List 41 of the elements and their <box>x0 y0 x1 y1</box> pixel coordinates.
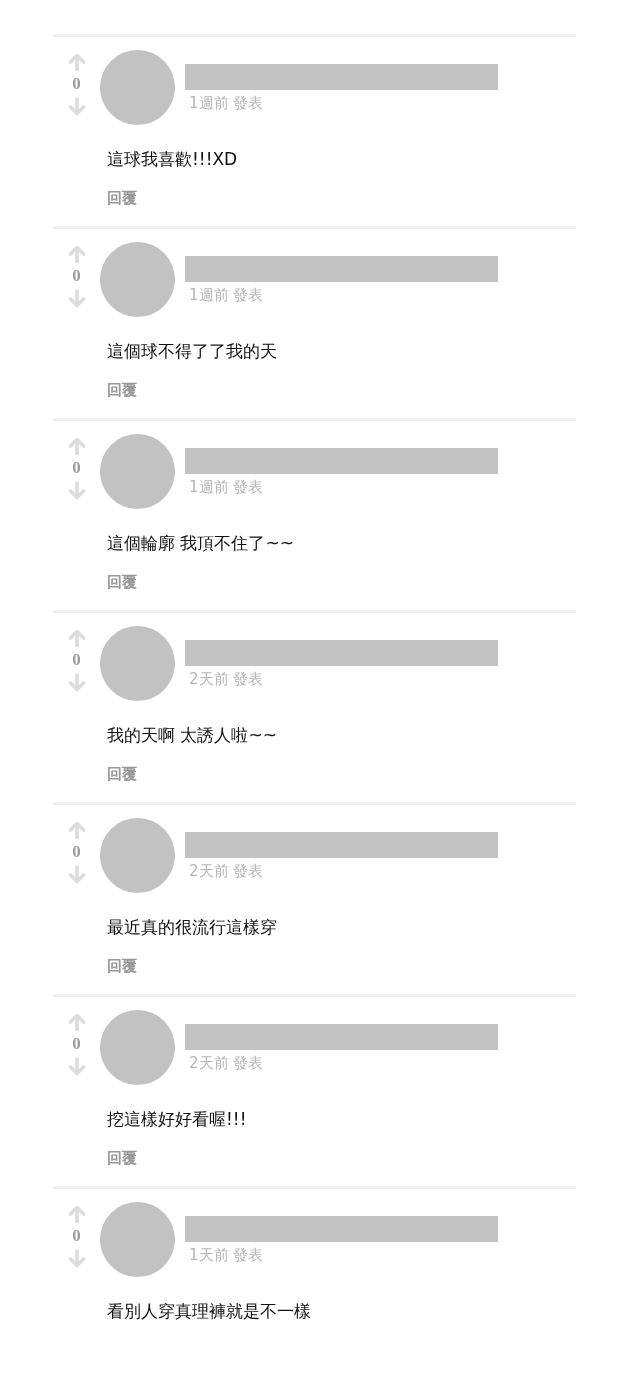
vote-count: 0 <box>72 266 81 286</box>
arrow-down-icon[interactable] <box>67 482 86 500</box>
reply-link[interactable]: 回覆 <box>107 764 137 784</box>
post-time: 1週前 發表 <box>189 477 264 497</box>
reply-link[interactable]: 回覆 <box>107 572 137 592</box>
arrow-up-icon[interactable] <box>67 821 86 839</box>
reply-link[interactable]: 回覆 <box>107 380 137 400</box>
reply-link[interactable]: 回覆 <box>107 956 137 976</box>
post-time: 1週前 發表 <box>189 285 264 305</box>
post-time: 2天前 發表 <box>189 669 264 689</box>
comment-text: 我的天啊 太誘人啦~~ <box>107 724 277 747</box>
comment-text: 挖這樣好好看喔!!! <box>107 1108 247 1131</box>
vote-count: 0 <box>72 1226 81 1246</box>
reply-link[interactable]: 回覆 <box>107 1148 137 1168</box>
arrow-up-icon[interactable] <box>67 245 86 263</box>
arrow-up-icon[interactable] <box>67 53 86 71</box>
reply-link[interactable]: 回覆 <box>107 188 137 208</box>
arrow-up-icon[interactable] <box>67 1205 86 1223</box>
arrow-up-icon[interactable] <box>67 437 86 455</box>
vote-count: 0 <box>72 650 81 670</box>
arrow-down-icon[interactable] <box>67 1250 86 1268</box>
vote-count: 0 <box>72 842 81 862</box>
arrow-down-icon[interactable] <box>67 290 86 308</box>
post-time: 1週前 發表 <box>189 93 264 113</box>
arrow-up-icon[interactable] <box>67 1013 86 1031</box>
arrow-down-icon[interactable] <box>67 674 86 692</box>
comment-text: 這球我喜歡!!!XD <box>107 148 238 171</box>
arrow-down-icon[interactable] <box>67 98 86 116</box>
comment-text: 最近真的很流行這樣穿 <box>107 916 277 939</box>
post-time: 2天前 發表 <box>189 1053 264 1073</box>
comment-text: 這個輪廓 我頂不住了~~ <box>107 532 294 555</box>
vote-count: 0 <box>72 74 81 94</box>
arrow-up-icon[interactable] <box>67 629 86 647</box>
comment-text: 這個球不得了了我的天 <box>107 340 277 363</box>
comment-text: 看別人穿真理褲就是不一樣 <box>107 1300 311 1323</box>
vote-count: 0 <box>72 458 81 478</box>
post-time: 2天前 發表 <box>189 861 264 881</box>
vote-count: 0 <box>72 1034 81 1054</box>
post-time: 1天前 發表 <box>189 1245 264 1265</box>
arrow-down-icon[interactable] <box>67 866 86 884</box>
arrow-down-icon[interactable] <box>67 1058 86 1076</box>
